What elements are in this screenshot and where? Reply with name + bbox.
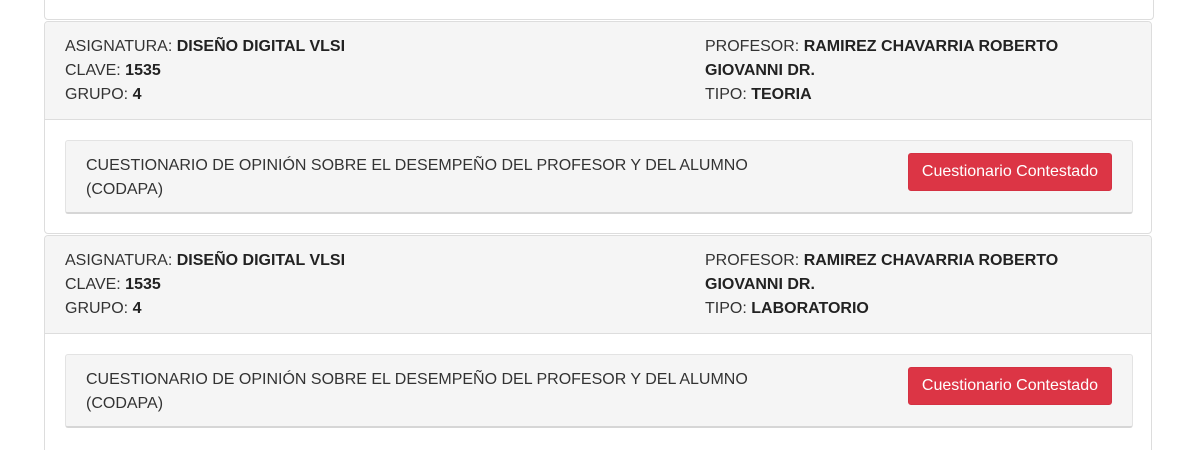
professor-line: PROFESOR: RAMIREZ CHAVARRIA ROBERTO: [705, 35, 1105, 59]
key-line: CLAVE: 1535: [65, 59, 345, 83]
course-card-header: ASIGNATURA: DISEÑO DIGITAL VLSI CLAVE: 1…: [45, 22, 1151, 120]
subject-line: ASIGNATURA: DISEÑO DIGITAL VLSI: [65, 249, 345, 273]
type-label: TIPO:: [705, 300, 752, 317]
course-card-header: ASIGNATURA: DISEÑO DIGITAL VLSI CLAVE: 1…: [45, 236, 1151, 334]
professor-line-2: GIOVANNI DR.: [705, 273, 1105, 297]
professor-name-line2: GIOVANNI DR.: [705, 276, 815, 293]
survey-panel: CUESTIONARIO DE OPINIÓN SOBRE EL DESEMPE…: [65, 140, 1133, 214]
survey-title-line1: CUESTIONARIO DE OPINIÓN SOBRE EL DESEMPE…: [86, 157, 748, 174]
subject-value: DISEÑO DIGITAL VLSI: [176, 38, 346, 55]
survey-title-line1: CUESTIONARIO DE OPINIÓN SOBRE EL DESEMPE…: [86, 371, 748, 388]
type-line: TIPO: TEORIA: [705, 83, 1105, 107]
key-value: 1535: [125, 276, 161, 293]
group-label: GRUPO:: [65, 300, 133, 317]
professor-label: PROFESOR:: [705, 252, 804, 269]
key-label: CLAVE:: [65, 276, 126, 293]
group-value: 4: [132, 86, 142, 103]
course-card-body: CUESTIONARIO DE OPINIÓN SOBRE EL DESEMPE…: [45, 334, 1151, 449]
professor-line: PROFESOR: RAMIREZ CHAVARRIA ROBERTO: [705, 249, 1105, 273]
course-card: ASIGNATURA: DISEÑO DIGITAL VLSI CLAVE: 1…: [44, 235, 1152, 450]
course-info: ASIGNATURA: DISEÑO DIGITAL VLSI CLAVE: 1…: [65, 35, 345, 107]
type-label: TIPO:: [705, 86, 752, 103]
survey-answered-button[interactable]: Cuestionario Contestado: [907, 367, 1112, 405]
professor-line-2: GIOVANNI DR.: [705, 59, 1105, 83]
type-line: TIPO: LABORATORIO: [705, 297, 1105, 321]
professor-label: PROFESOR:: [705, 38, 804, 55]
subject-line: ASIGNATURA: DISEÑO DIGITAL VLSI: [65, 35, 345, 59]
professor-info: PROFESOR: RAMIREZ CHAVARRIA ROBERTO GIOV…: [705, 35, 1105, 107]
course-card-body: CUESTIONARIO DE OPINIÓN SOBRE EL DESEMPE…: [45, 120, 1151, 235]
professor-name-line1: RAMIREZ CHAVARRIA ROBERTO: [803, 252, 1059, 269]
previous-course-card: [44, 0, 1154, 20]
group-line: GRUPO: 4: [65, 297, 345, 321]
key-label: CLAVE:: [65, 62, 126, 79]
subject-value: DISEÑO DIGITAL VLSI: [176, 252, 346, 269]
survey-title-line2: (CODAPA): [86, 395, 164, 412]
survey-answered-button[interactable]: Cuestionario Contestado: [907, 153, 1112, 191]
professor-info: PROFESOR: RAMIREZ CHAVARRIA ROBERTO GIOV…: [705, 249, 1105, 321]
group-value: 4: [132, 300, 142, 317]
course-card: ASIGNATURA: DISEÑO DIGITAL VLSI CLAVE: 1…: [44, 21, 1152, 234]
survey-title: CUESTIONARIO DE OPINIÓN SOBRE EL DESEMPE…: [86, 154, 786, 202]
group-label: GRUPO:: [65, 86, 133, 103]
subject-label: ASIGNATURA:: [65, 252, 177, 269]
survey-title-line2: (CODAPA): [86, 181, 164, 198]
key-line: CLAVE: 1535: [65, 273, 345, 297]
group-line: GRUPO: 4: [65, 83, 345, 107]
professor-name-line2: GIOVANNI DR.: [705, 62, 815, 79]
survey-panel: CUESTIONARIO DE OPINIÓN SOBRE EL DESEMPE…: [65, 354, 1133, 428]
type-value: LABORATORIO: [751, 300, 869, 317]
course-info: ASIGNATURA: DISEÑO DIGITAL VLSI CLAVE: 1…: [65, 249, 345, 321]
type-value: TEORIA: [751, 86, 812, 103]
key-value: 1535: [125, 62, 161, 79]
professor-name-line1: RAMIREZ CHAVARRIA ROBERTO: [803, 38, 1059, 55]
survey-title: CUESTIONARIO DE OPINIÓN SOBRE EL DESEMPE…: [86, 368, 786, 416]
subject-label: ASIGNATURA:: [65, 38, 177, 55]
